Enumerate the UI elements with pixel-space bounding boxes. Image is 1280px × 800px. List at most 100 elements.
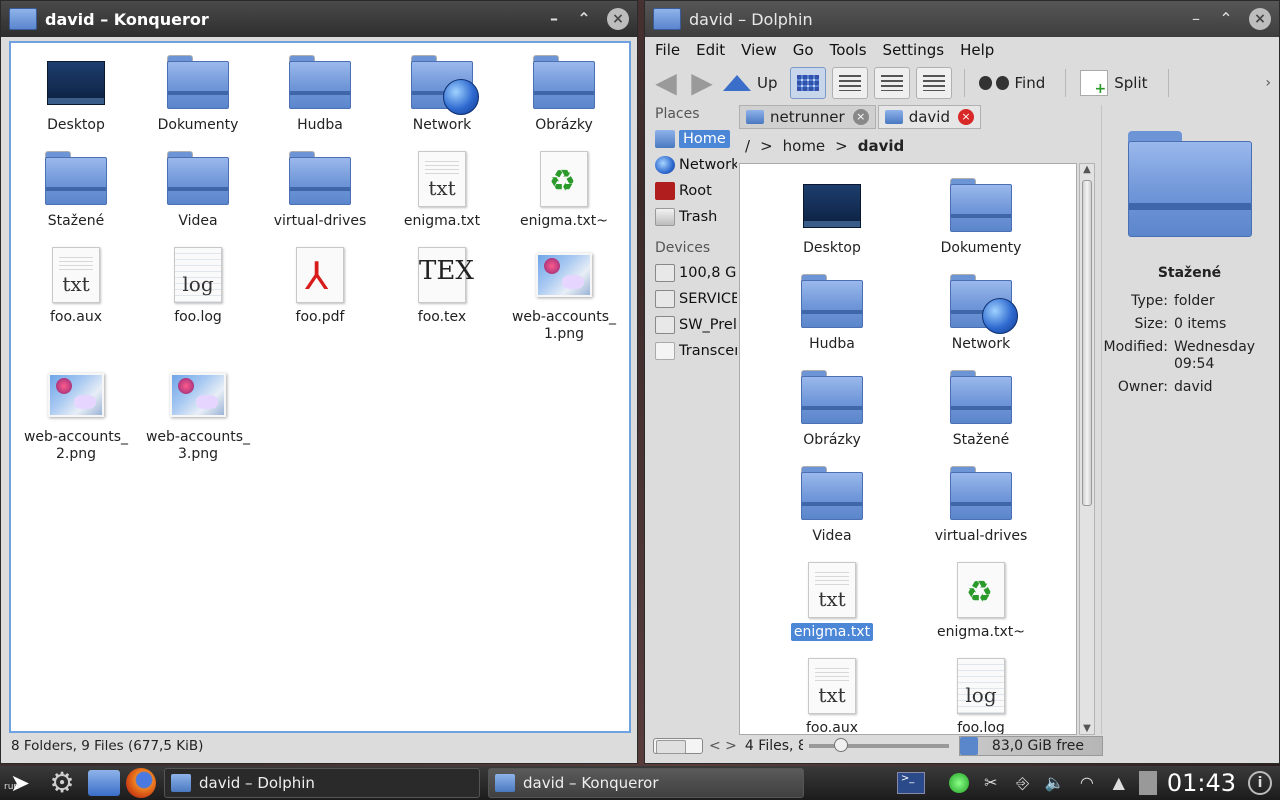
dolphin-file-view[interactable]: Desktop Dokumenty Hudba Network Obrázky Staže… bbox=[739, 163, 1077, 735]
file-item[interactable]: txt foo.aux bbox=[758, 654, 906, 734]
file-item[interactable]: txt foo.aux bbox=[17, 243, 135, 326]
usb-icon[interactable]: ⎆ bbox=[1011, 771, 1035, 795]
close-button[interactable]: × bbox=[607, 8, 629, 30]
close-button[interactable]: × bbox=[1249, 8, 1271, 30]
wifi-icon[interactable]: ◠ bbox=[1075, 771, 1099, 795]
konqueror-titlebar[interactable]: david – Konqueror – ⌃ × bbox=[1, 1, 637, 37]
up-button[interactable]: Up bbox=[723, 74, 778, 92]
file-item[interactable]: Hudba bbox=[261, 51, 379, 134]
file-item-label: Videa bbox=[139, 213, 257, 230]
file-item[interactable]: Network bbox=[907, 270, 1055, 353]
konqueror-file-view[interactable]: Desktop Dokumenty Hudba Network Obrázky Staže… bbox=[9, 41, 631, 733]
file-item[interactable]: Hudba bbox=[758, 270, 906, 353]
scroll-down-icon[interactable]: ▼ bbox=[1080, 723, 1094, 734]
file-item[interactable]: ⅄ foo.pdf bbox=[261, 243, 379, 326]
toolbar-overflow-icon[interactable]: › bbox=[1265, 75, 1271, 91]
file-item[interactable]: Dokumenty bbox=[139, 51, 257, 134]
place-item[interactable]: 100,8 GiB Hard Drive bbox=[649, 260, 737, 286]
file-item[interactable]: Dokumenty bbox=[907, 174, 1055, 257]
close-tab-icon[interactable]: × bbox=[957, 109, 974, 125]
place-item[interactable]: SERVICE bbox=[649, 286, 737, 312]
icons-view-button[interactable] bbox=[789, 67, 826, 99]
file-item[interactable]: ♻ enigma.txt~ bbox=[505, 147, 623, 230]
place-item-label: Home bbox=[679, 130, 730, 148]
file-item[interactable]: Stažené bbox=[17, 147, 135, 230]
file-item[interactable]: virtual-drives bbox=[907, 462, 1055, 545]
place-item[interactable]: Home bbox=[649, 126, 737, 152]
tab-netrunner[interactable]: netrunner × bbox=[739, 105, 876, 129]
breadcrumb-segment[interactable]: david bbox=[858, 137, 905, 155]
file-item[interactable]: Desktop bbox=[758, 174, 906, 257]
find-button[interactable]: Find bbox=[978, 74, 1045, 92]
breadcrumb-segment[interactable]: / bbox=[745, 137, 750, 155]
menu-file[interactable]: File bbox=[655, 37, 680, 63]
status-green-icon[interactable] bbox=[948, 773, 969, 793]
dolphin-title: david – Dolphin bbox=[689, 9, 813, 29]
battery-icon[interactable] bbox=[1138, 771, 1157, 795]
task-dolphin[interactable]: david – Dolphin bbox=[164, 768, 480, 798]
file-item[interactable]: TEX foo.tex bbox=[383, 243, 501, 326]
menu-edit[interactable]: Edit bbox=[696, 37, 725, 63]
terminal-icon[interactable]: >_ bbox=[896, 772, 925, 794]
zoom-slider-knob[interactable] bbox=[834, 738, 849, 752]
application-launcher[interactable]: ➤ run bbox=[2, 768, 38, 798]
menu-view[interactable]: View bbox=[741, 37, 777, 63]
file-item[interactable]: txt enigma.txt bbox=[383, 147, 501, 230]
tab-david[interactable]: david × bbox=[877, 105, 981, 129]
file-item[interactable]: Desktop bbox=[17, 51, 135, 134]
firefox-icon[interactable] bbox=[126, 768, 156, 798]
file-item[interactable]: web-accounts_ 1.png bbox=[505, 243, 623, 343]
file-item[interactable]: log foo.log bbox=[139, 243, 257, 326]
file-item[interactable]: web-accounts_ 2.png bbox=[17, 363, 135, 463]
statusbar-scroll-control[interactable] bbox=[653, 738, 703, 754]
menu-help[interactable]: Help bbox=[960, 37, 994, 63]
file-item[interactable]: virtual-drives bbox=[261, 147, 379, 230]
backup-file-icon: ♻ bbox=[957, 562, 1005, 618]
split-button[interactable]: Split bbox=[1080, 70, 1148, 97]
scroll-up-icon[interactable]: ▲ bbox=[1080, 164, 1094, 175]
file-item[interactable]: Obrázky bbox=[758, 366, 906, 449]
zoom-slider[interactable] bbox=[808, 738, 949, 752]
file-item[interactable]: ♻ enigma.txt~ bbox=[907, 558, 1055, 641]
task-konqueror[interactable]: david – Konqueror bbox=[488, 768, 804, 798]
maximize-button[interactable]: ⌃ bbox=[573, 8, 595, 30]
details-view-button[interactable] bbox=[873, 67, 910, 99]
file-item[interactable]: Obrázky bbox=[505, 51, 623, 134]
maximize-button[interactable]: ⌃ bbox=[1215, 8, 1237, 30]
file-item[interactable]: Videa bbox=[139, 147, 257, 230]
menu-settings[interactable]: Settings bbox=[883, 37, 945, 63]
file-item[interactable]: txt enigma.txt bbox=[758, 558, 906, 641]
gear-icon[interactable]: ⚙ bbox=[44, 768, 80, 798]
place-item[interactable]: SW_Preload bbox=[649, 312, 737, 338]
place-item[interactable]: Transcend bbox=[649, 338, 737, 364]
close-tab-icon[interactable]: × bbox=[852, 109, 869, 125]
scissors-icon[interactable]: ✂ bbox=[979, 771, 1003, 795]
notifications-icon[interactable]: ▲ bbox=[1107, 771, 1131, 795]
file-item[interactable]: web-accounts_ 3.png bbox=[139, 363, 257, 463]
scroll-thumb[interactable] bbox=[1082, 180, 1092, 506]
info-icon[interactable]: i bbox=[1248, 771, 1272, 795]
home-folder-icon[interactable] bbox=[88, 770, 120, 796]
file-item-label-line: web-accounts_ bbox=[145, 429, 251, 445]
clock[interactable]: 01:43 bbox=[1167, 769, 1236, 797]
forward-arrow-icon[interactable]: ▶ bbox=[687, 69, 717, 97]
compact-view-button[interactable] bbox=[831, 67, 868, 99]
columns-view-button[interactable] bbox=[915, 67, 952, 99]
menu-tools[interactable]: Tools bbox=[830, 37, 867, 63]
back-arrow-icon[interactable]: ◀ bbox=[651, 69, 681, 97]
file-item[interactable]: Network bbox=[383, 51, 501, 134]
minimize-button[interactable]: – bbox=[1185, 8, 1207, 30]
statusbar-arrows[interactable]: < > bbox=[709, 738, 737, 754]
place-item[interactable]: Root bbox=[649, 178, 737, 204]
dolphin-titlebar[interactable]: david – Dolphin – ⌃ × bbox=[645, 1, 1279, 37]
minimize-button[interactable]: – bbox=[543, 8, 565, 30]
file-item[interactable]: log foo.log bbox=[907, 654, 1055, 734]
breadcrumb-segment[interactable]: home bbox=[783, 137, 826, 155]
menu-go[interactable]: Go bbox=[793, 37, 814, 63]
place-item[interactable]: Trash bbox=[649, 204, 737, 230]
volume-icon[interactable]: 🔈 bbox=[1043, 771, 1067, 795]
file-item[interactable]: Videa bbox=[758, 462, 906, 545]
file-item[interactable]: Stažené bbox=[907, 366, 1055, 449]
vertical-scrollbar[interactable]: ▲ ▼ bbox=[1079, 163, 1095, 735]
place-item[interactable]: Network bbox=[649, 152, 737, 178]
